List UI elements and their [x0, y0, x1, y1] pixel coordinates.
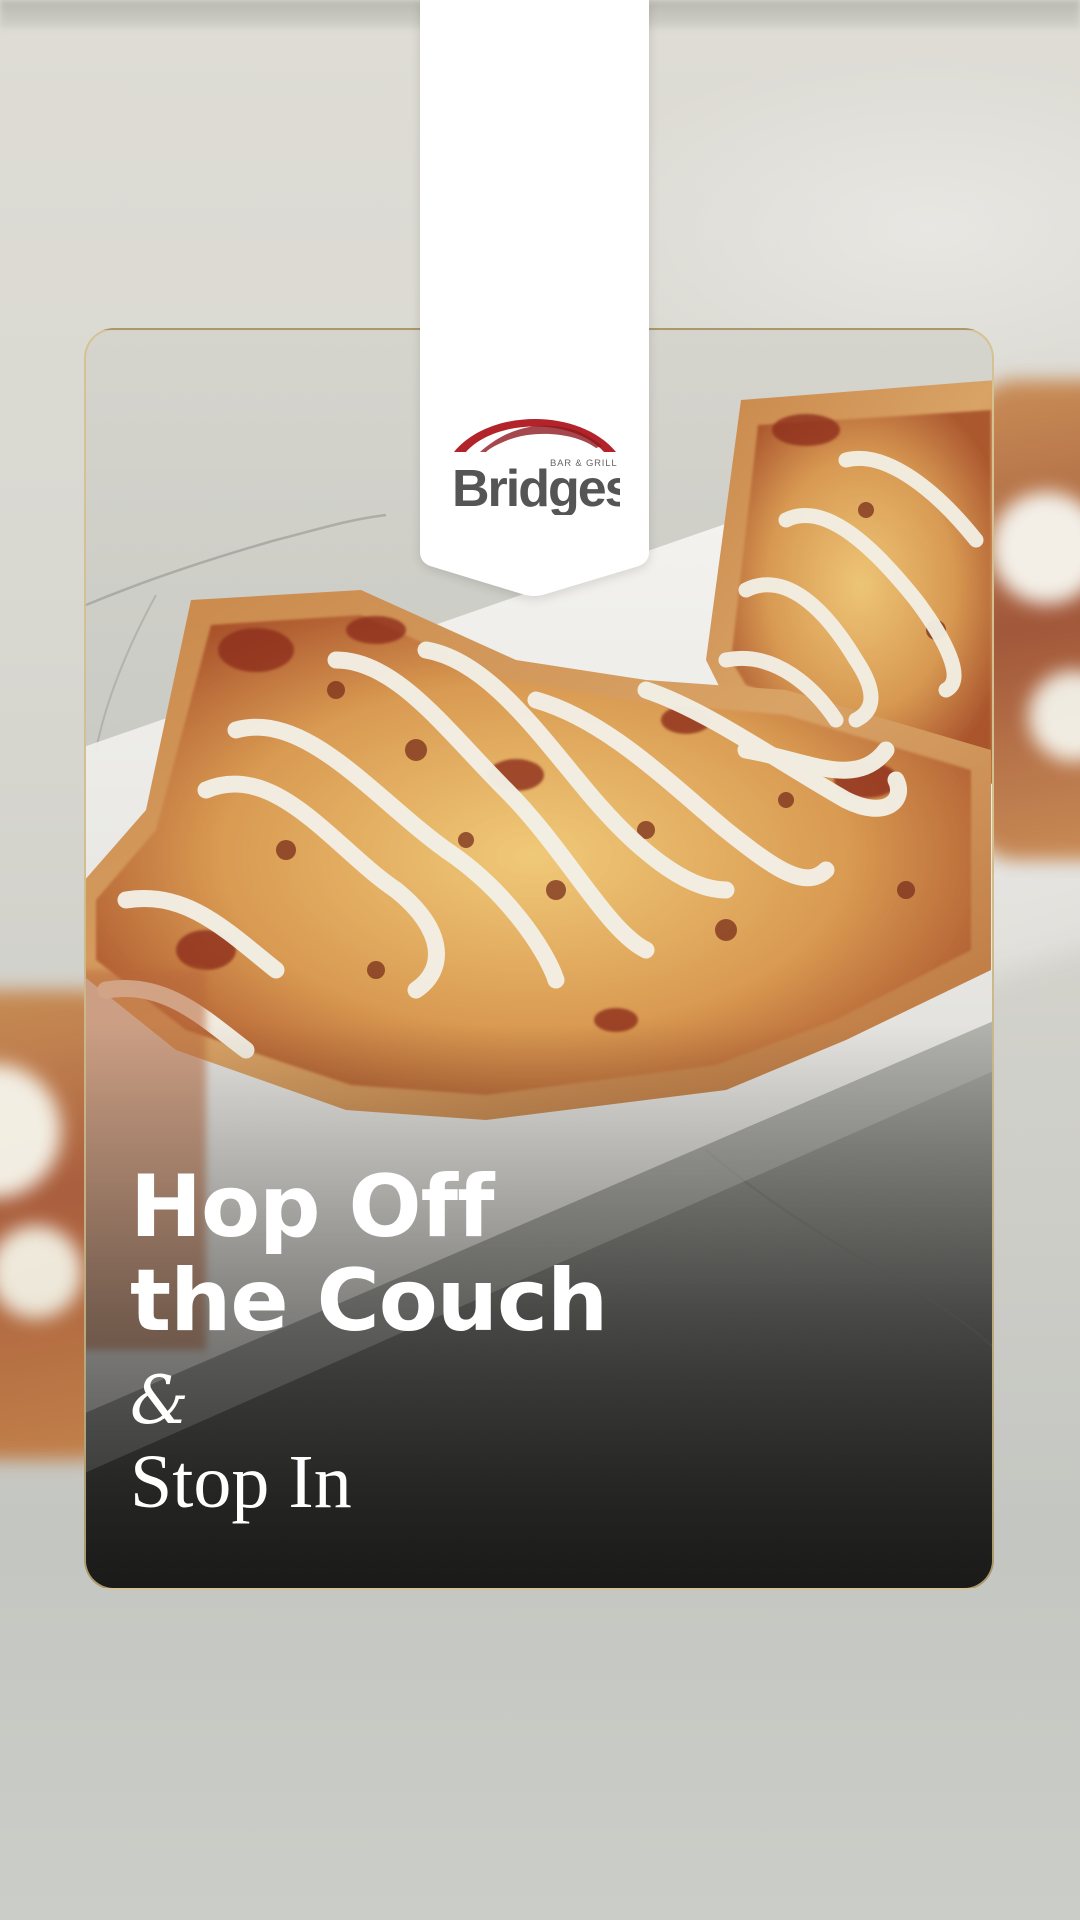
bridges-logo: BAR & GRILL Bridges [452, 419, 620, 515]
ampersand: & [130, 1362, 189, 1439]
subheadline: Stop In [130, 1440, 352, 1524]
headline-line-2: the Couch [130, 1251, 608, 1351]
brand-wordmark: Bridges [452, 460, 620, 515]
headline-line-1: Hop Off [130, 1157, 495, 1257]
headline: Hop Off the Couch [130, 1157, 608, 1351]
